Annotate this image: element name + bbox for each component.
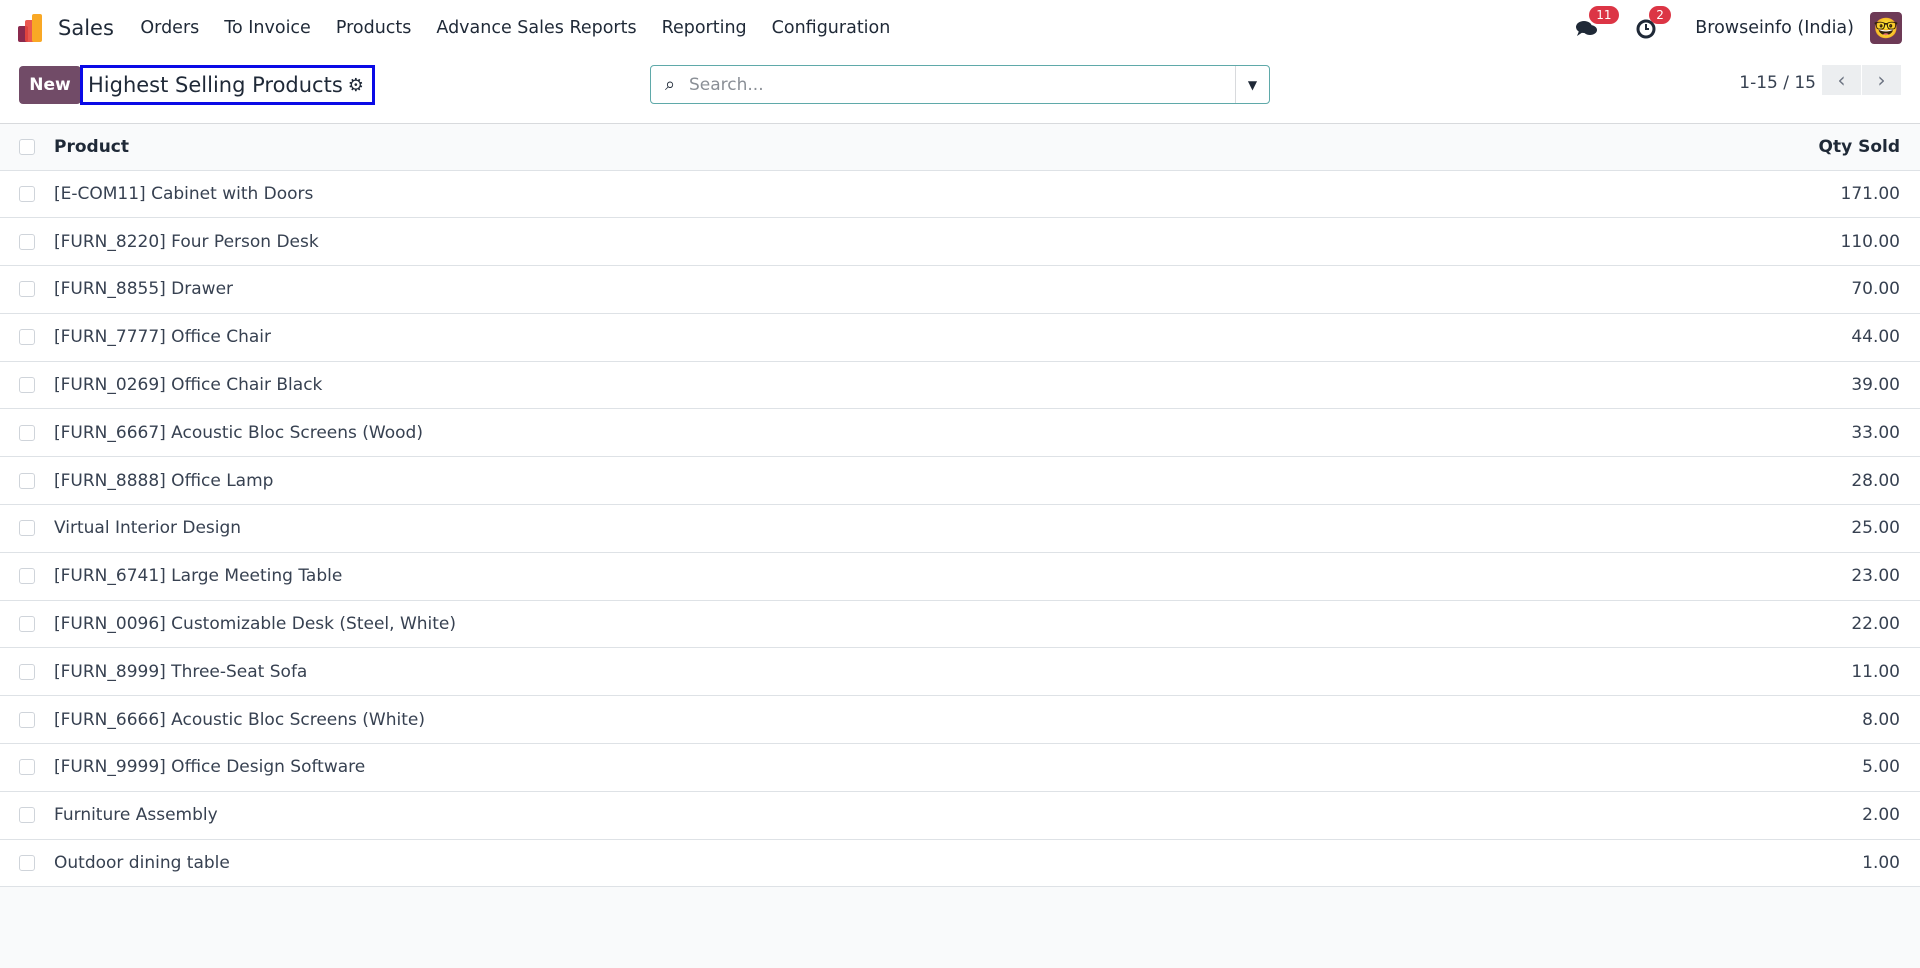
row-checkbox[interactable] <box>0 839 54 888</box>
search-input[interactable]: Search... <box>689 75 1235 95</box>
row-checkbox[interactable] <box>0 456 54 506</box>
row-checkbox[interactable] <box>0 695 54 745</box>
column-qty-sold[interactable]: Qty Sold <box>1543 124 1920 171</box>
breadcrumb-title: Highest Selling Products <box>88 73 343 97</box>
product-name: [FURN_8855] Drawer <box>54 265 1544 314</box>
table-row[interactable]: [FURN_6741] Large Meeting Table 23.00 <box>0 552 1920 601</box>
product-name: [FURN_7777] Office Chair <box>54 313 1544 362</box>
column-product[interactable]: Product <box>54 124 1544 171</box>
table-row[interactable]: [FURN_8999] Three-Seat Sofa 11.00 <box>0 647 1920 697</box>
table-row[interactable]: [FURN_9999] Office Design Software 5.00 <box>0 743 1920 792</box>
search-bar[interactable]: ⌕ Search... ▼ <box>650 65 1270 104</box>
product-name: [FURN_8999] Three-Seat Sofa <box>54 647 1544 697</box>
product-name: [FURN_8220] Four Person Desk <box>54 217 1544 267</box>
product-name: [E-COM11] Cabinet with Doors <box>54 170 1544 219</box>
qty-sold: 33.00 <box>1543 408 1920 458</box>
products-list: Product Qty Sold [E-COM11] Cabinet with … <box>0 124 1920 888</box>
search-icon: ⌕ <box>664 74 676 95</box>
control-panel: New Highest Selling Products ⚙ ⌕ Search.… <box>0 55 1920 124</box>
product-name: Furniture Assembly <box>54 791 1544 840</box>
messages-button[interactable]: 11 <box>1575 5 1619 40</box>
activities-badge: 2 <box>1649 5 1671 24</box>
product-name: [FURN_9999] Office Design Software <box>54 743 1544 792</box>
qty-sold: 28.00 <box>1543 456 1920 506</box>
menu-products[interactable]: Products <box>323 18 424 38</box>
table-row[interactable]: Virtual Interior Design 25.00 <box>0 504 1920 553</box>
page-title: Highest Selling Products ⚙ <box>80 65 375 105</box>
row-checkbox[interactable] <box>0 600 54 649</box>
table-row[interactable]: [E-COM11] Cabinet with Doors 171.00 <box>0 170 1920 219</box>
qty-sold: 70.00 <box>1543 265 1920 314</box>
chevron-left-icon: ‹ <box>1837 68 1846 92</box>
row-checkbox[interactable] <box>0 504 54 553</box>
qty-sold: 2.00 <box>1543 791 1920 840</box>
qty-sold: 39.00 <box>1543 361 1920 410</box>
qty-sold: 25.00 <box>1543 504 1920 553</box>
pager-value[interactable]: 1-15 / 15 <box>1739 73 1816 93</box>
product-name: Virtual Interior Design <box>54 504 1544 553</box>
menu-reporting[interactable]: Reporting <box>649 18 759 38</box>
product-name: [FURN_0096] Customizable Desk (Steel, Wh… <box>54 600 1544 649</box>
row-checkbox[interactable] <box>0 170 54 219</box>
table-row[interactable]: [FURN_6666] Acoustic Bloc Screens (White… <box>0 695 1920 745</box>
pager-previous-button[interactable]: ‹ <box>1822 65 1861 95</box>
product-name: Outdoor dining table <box>54 839 1544 888</box>
product-name: [FURN_8888] Office Lamp <box>54 456 1544 506</box>
sales-app-logo-icon[interactable] <box>18 13 46 42</box>
caret-down-icon: ▼ <box>1247 77 1258 92</box>
row-checkbox[interactable] <box>0 552 54 601</box>
product-name: [FURN_6666] Acoustic Bloc Screens (White… <box>54 695 1544 745</box>
activities-button[interactable]: 2 <box>1635 5 1671 40</box>
row-checkbox[interactable] <box>0 408 54 458</box>
qty-sold: 110.00 <box>1543 217 1920 267</box>
row-checkbox[interactable] <box>0 217 54 267</box>
qty-sold: 8.00 <box>1543 695 1920 745</box>
select-all-checkbox[interactable] <box>0 124 54 171</box>
gear-icon[interactable]: ⚙ <box>348 75 364 96</box>
table-row[interactable]: [FURN_7777] Office Chair 44.00 <box>0 313 1920 362</box>
product-name: [FURN_0269] Office Chair Black <box>54 361 1544 410</box>
table-row[interactable]: [FURN_0269] Office Chair Black 39.00 <box>0 361 1920 410</box>
product-name: [FURN_6741] Large Meeting Table <box>54 552 1544 601</box>
menu-to-invoice[interactable]: To Invoice <box>212 18 324 38</box>
qty-sold: 23.00 <box>1543 552 1920 601</box>
table-row[interactable]: [FURN_6667] Acoustic Bloc Screens (Wood)… <box>0 408 1920 458</box>
app-name[interactable]: Sales <box>58 16 114 40</box>
pager-next-button[interactable]: › <box>1862 65 1901 95</box>
table-row[interactable]: [FURN_0096] Customizable Desk (Steel, Wh… <box>0 600 1920 649</box>
table-row[interactable]: Furniture Assembly 2.00 <box>0 791 1920 840</box>
table-row[interactable]: [FURN_8855] Drawer 70.00 <box>0 265 1920 314</box>
company-switcher[interactable]: Browseinfo (India) <box>1695 18 1854 38</box>
row-checkbox[interactable] <box>0 647 54 697</box>
row-checkbox[interactable] <box>0 743 54 792</box>
row-checkbox[interactable] <box>0 265 54 314</box>
messages-badge: 11 <box>1589 5 1619 24</box>
search-options-toggle[interactable]: ▼ <box>1235 66 1269 103</box>
menu-advance-sales-reports[interactable]: Advance Sales Reports <box>424 18 649 38</box>
qty-sold: 1.00 <box>1543 839 1920 888</box>
table-row[interactable]: [FURN_8888] Office Lamp 28.00 <box>0 456 1920 506</box>
top-navbar: Sales Orders To Invoice Products Advance… <box>0 0 1920 55</box>
row-checkbox[interactable] <box>0 313 54 362</box>
product-name: [FURN_6667] Acoustic Bloc Screens (Wood) <box>54 408 1544 458</box>
chevron-right-icon: › <box>1877 68 1886 92</box>
row-checkbox[interactable] <box>0 361 54 410</box>
menu-configuration[interactable]: Configuration <box>759 18 903 38</box>
qty-sold: 44.00 <box>1543 313 1920 362</box>
menu-orders[interactable]: Orders <box>128 18 212 38</box>
table-header: Product Qty Sold <box>0 124 1920 171</box>
user-avatar[interactable]: 🤓 <box>1870 11 1902 44</box>
qty-sold: 5.00 <box>1543 743 1920 792</box>
qty-sold: 171.00 <box>1543 170 1920 219</box>
qty-sold: 22.00 <box>1543 600 1920 649</box>
row-checkbox[interactable] <box>0 791 54 840</box>
table-row[interactable]: Outdoor dining table 1.00 <box>0 839 1920 888</box>
table-row[interactable]: [FURN_8220] Four Person Desk 110.00 <box>0 217 1920 267</box>
new-button[interactable]: New <box>19 66 81 104</box>
qty-sold: 11.00 <box>1543 647 1920 697</box>
